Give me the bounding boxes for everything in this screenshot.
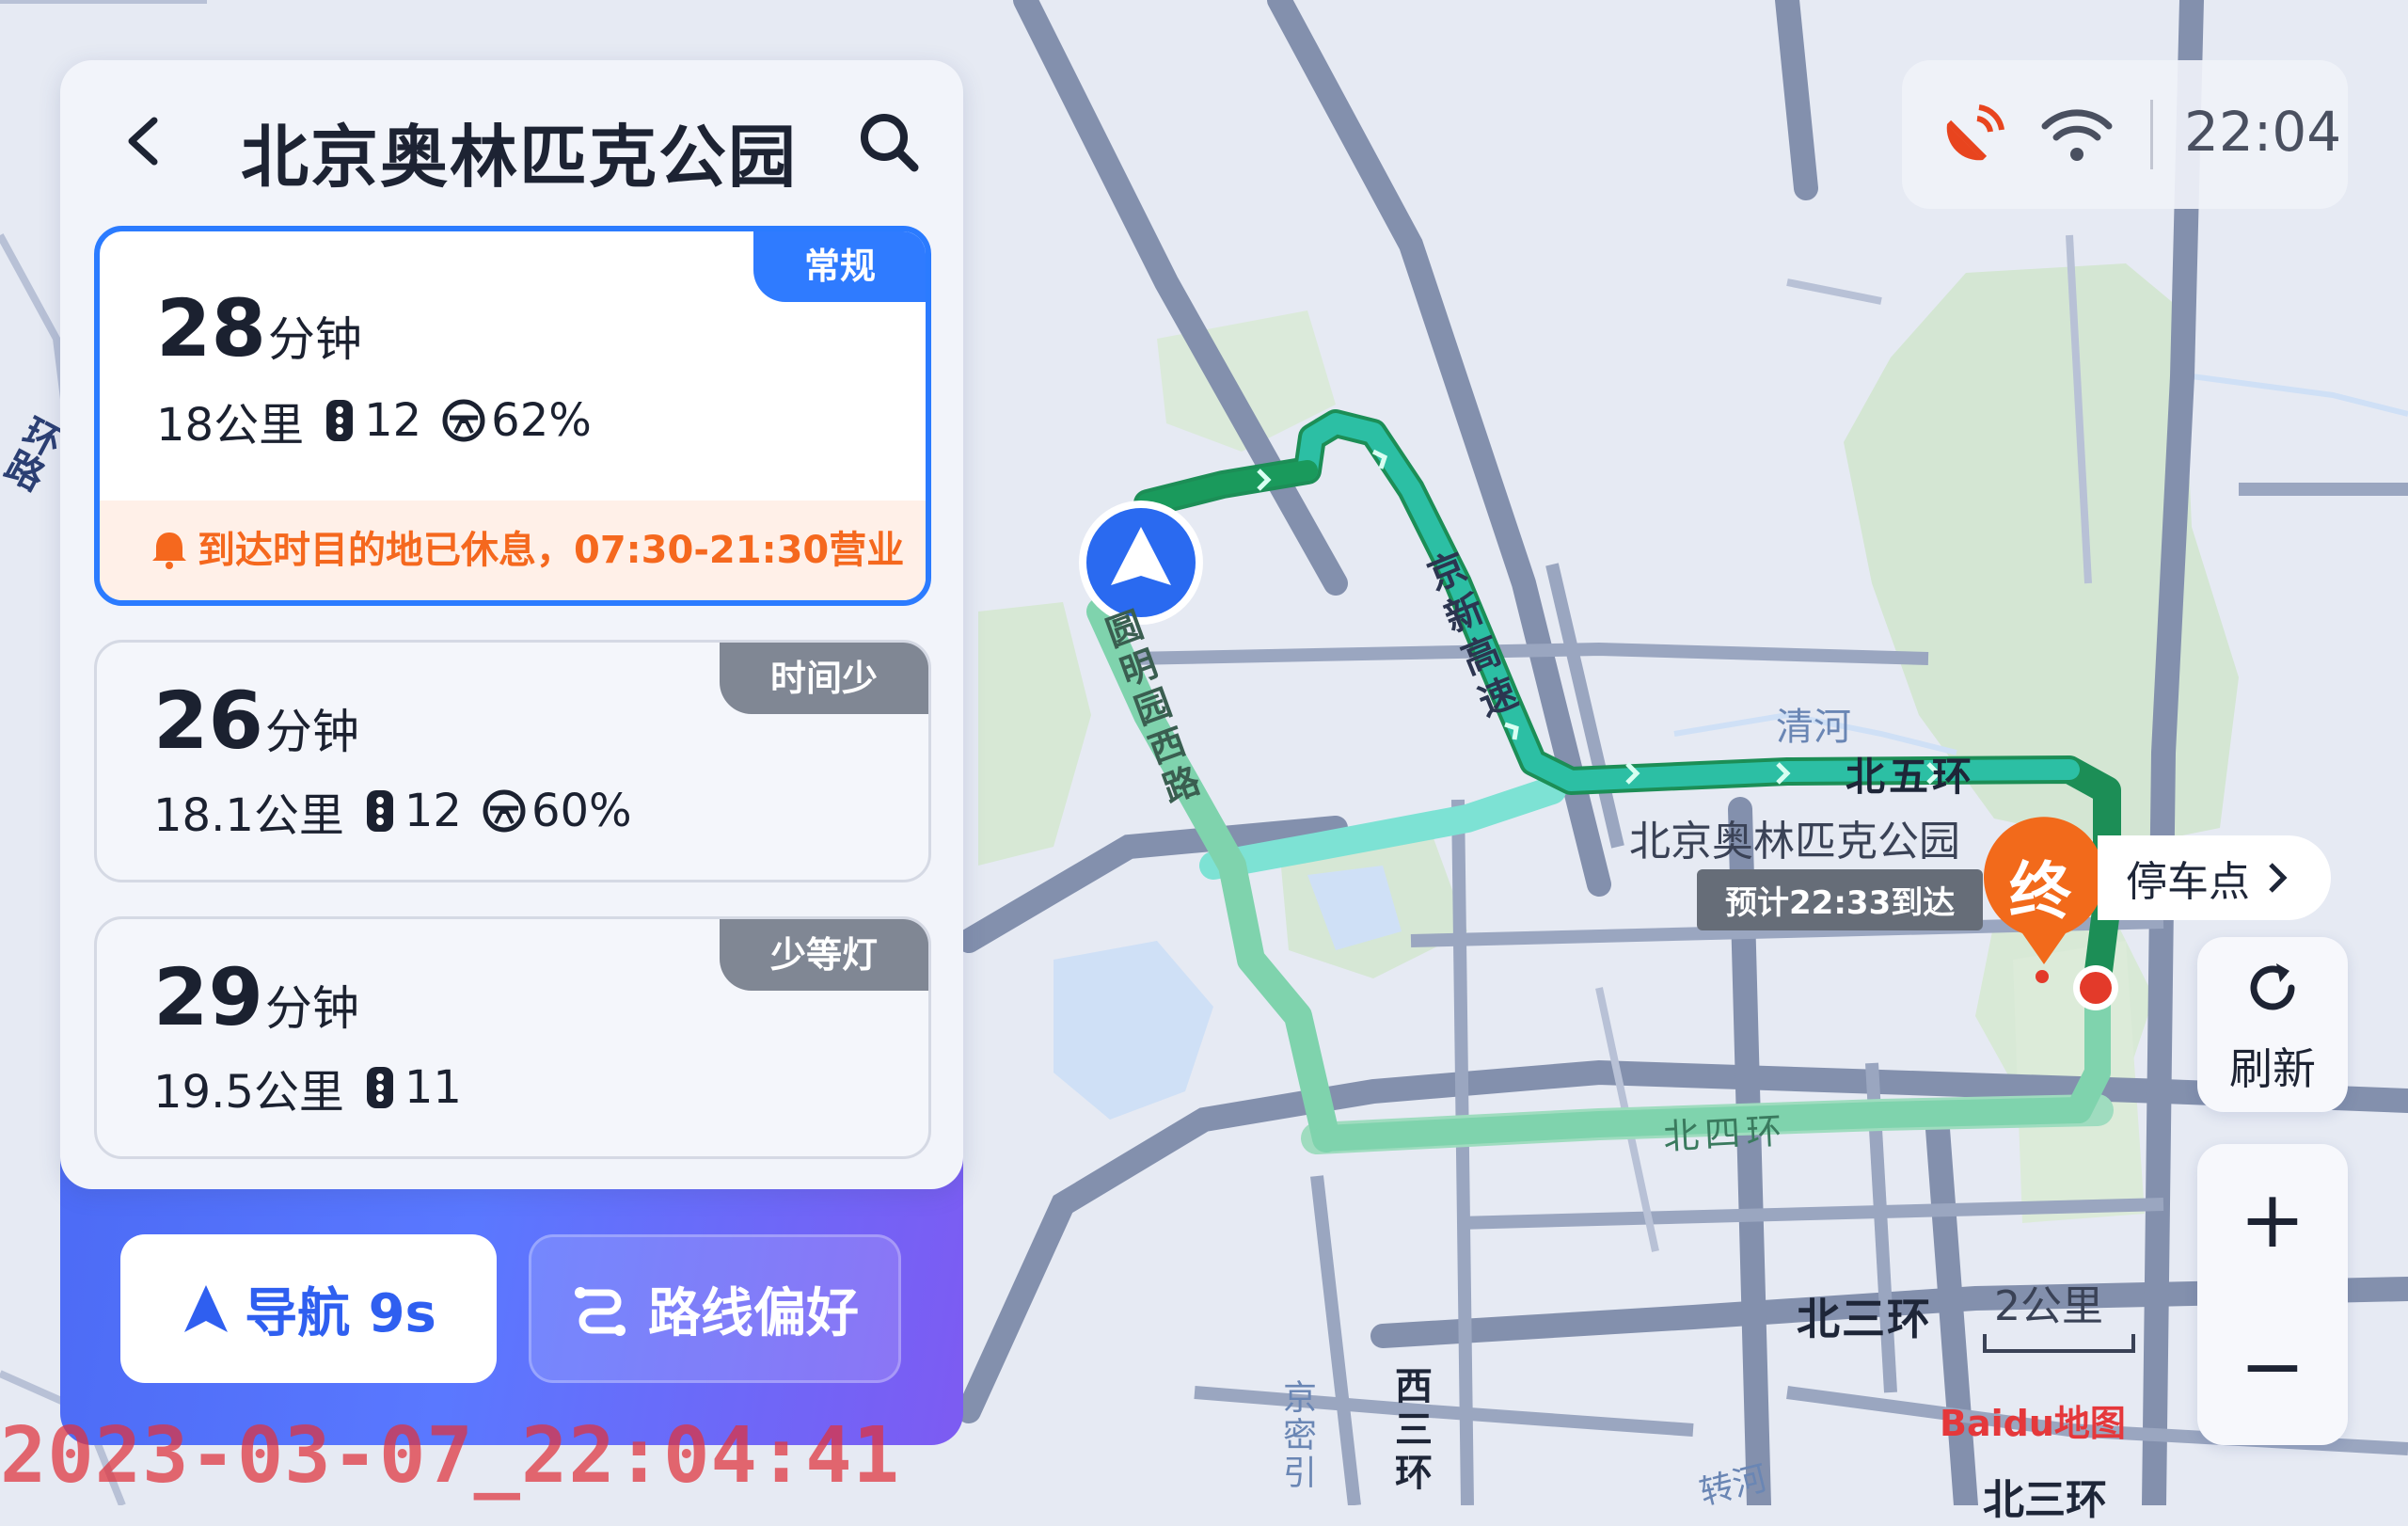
route-preference-icon	[575, 1287, 626, 1336]
route-card-1[interactable]: 常规 28分钟 18公里 12 62% 到达时目的地已休息，07:30-21:3…	[94, 226, 931, 606]
route-duration: 28分钟	[156, 282, 362, 374]
zoom-control: + −	[2197, 1144, 2348, 1445]
refresh-label: 刷新	[2229, 1043, 2316, 1094]
destination-name-label: 北京奥林匹克公园	[1629, 818, 1960, 866]
traffic-light-icon	[366, 1067, 393, 1108]
back-arrow-icon[interactable]	[117, 113, 173, 169]
eta-label: 预计22:33到达	[1697, 869, 1984, 930]
route-meta: 18公里 12 62%	[156, 388, 592, 453]
traffic-light-icon	[366, 790, 393, 832]
route-preference-label: 路线偏好	[648, 1282, 859, 1344]
bell-icon	[152, 533, 186, 569]
baidu-logo: Baidu地图	[1940, 1403, 2126, 1444]
scale-label: 2公里	[1994, 1282, 2103, 1330]
satellite-signal-icon	[1946, 104, 2004, 161]
timestamp-overlay: 2023-03-07_22:04:41	[0, 1411, 900, 1501]
route-lights: 12	[364, 394, 422, 447]
route-meta: 18.1公里 12 60%	[153, 778, 632, 844]
road-label-jingmi: 京密引	[1277, 1379, 1316, 1492]
route-duration: 26分钟	[153, 675, 359, 767]
navigate-button[interactable]: 导航 9s	[120, 1234, 497, 1383]
zoom-out-button[interactable]: −	[2197, 1310, 2348, 1423]
route-smooth: 62%	[491, 394, 592, 447]
route-tag: 时间少	[719, 643, 928, 714]
route-smooth: 60%	[531, 785, 632, 837]
route-card-3[interactable]: 少等灯 29分钟 19.5公里 11	[94, 916, 931, 1159]
status-divider	[2150, 100, 2153, 169]
navigation-arrow-icon	[184, 1285, 229, 1332]
parking-chip[interactable]: 停车点	[2098, 835, 2331, 920]
route-panel: 北京奥林匹克公园 常规 28分钟 18公里 12 62% 到达时目的地已休息，0…	[60, 60, 963, 1189]
status-bar: 22:04	[1902, 60, 2348, 209]
route-tag: 少等灯	[719, 919, 928, 991]
route-lights: 11	[404, 1061, 462, 1114]
smooth-road-icon	[483, 789, 526, 833]
page-title: 北京奥林匹克公园	[241, 118, 799, 197]
closed-warning: 到达时目的地已休息，07:30-21:30营业	[100, 501, 926, 600]
end-marker-label[interactable]: 终	[2009, 841, 2071, 931]
parking-label: 停车点	[2126, 858, 2250, 906]
zoom-in-button[interactable]: +	[2197, 1163, 2348, 1276]
route-tag: 常规	[752, 231, 926, 302]
route-duration: 29分钟	[153, 951, 359, 1043]
navigate-label: 导航 9s	[245, 1282, 436, 1344]
traffic-light-icon	[326, 400, 354, 441]
route-distance: 19.5公里	[153, 1066, 344, 1119]
road-label-bei4: 北四环	[1662, 1109, 1789, 1158]
route-meta: 19.5公里 11	[153, 1055, 462, 1121]
route-card-2[interactable]: 时间少 26分钟 18.1公里 12 60%	[94, 640, 931, 882]
refresh-button[interactable]: 刷新	[2197, 937, 2348, 1112]
route-distance: 18.1公里	[153, 789, 344, 842]
chevron-right-icon	[2269, 863, 2288, 893]
road-label-bei3: 北三环	[1797, 1294, 1932, 1344]
wifi-icon	[2041, 109, 2113, 161]
smooth-road-icon	[442, 399, 485, 442]
road-label-xisan: 西三环	[1388, 1366, 1432, 1496]
road-label-bei5: 北五环	[1846, 754, 1976, 800]
route-lights: 12	[404, 785, 462, 837]
road-label-bei3-bottom: 北三环	[1983, 1476, 2107, 1524]
clock: 22:04	[2184, 100, 2342, 164]
route-distance: 18公里	[156, 399, 305, 452]
route-preference-button[interactable]: 路线偏好	[529, 1234, 901, 1383]
refresh-icon	[2250, 963, 2295, 1010]
warning-text: 到达时目的地已休息，07:30-21:30营业	[198, 529, 905, 572]
place-label-qinghe: 清河	[1776, 706, 1851, 749]
search-icon[interactable]	[856, 109, 922, 175]
